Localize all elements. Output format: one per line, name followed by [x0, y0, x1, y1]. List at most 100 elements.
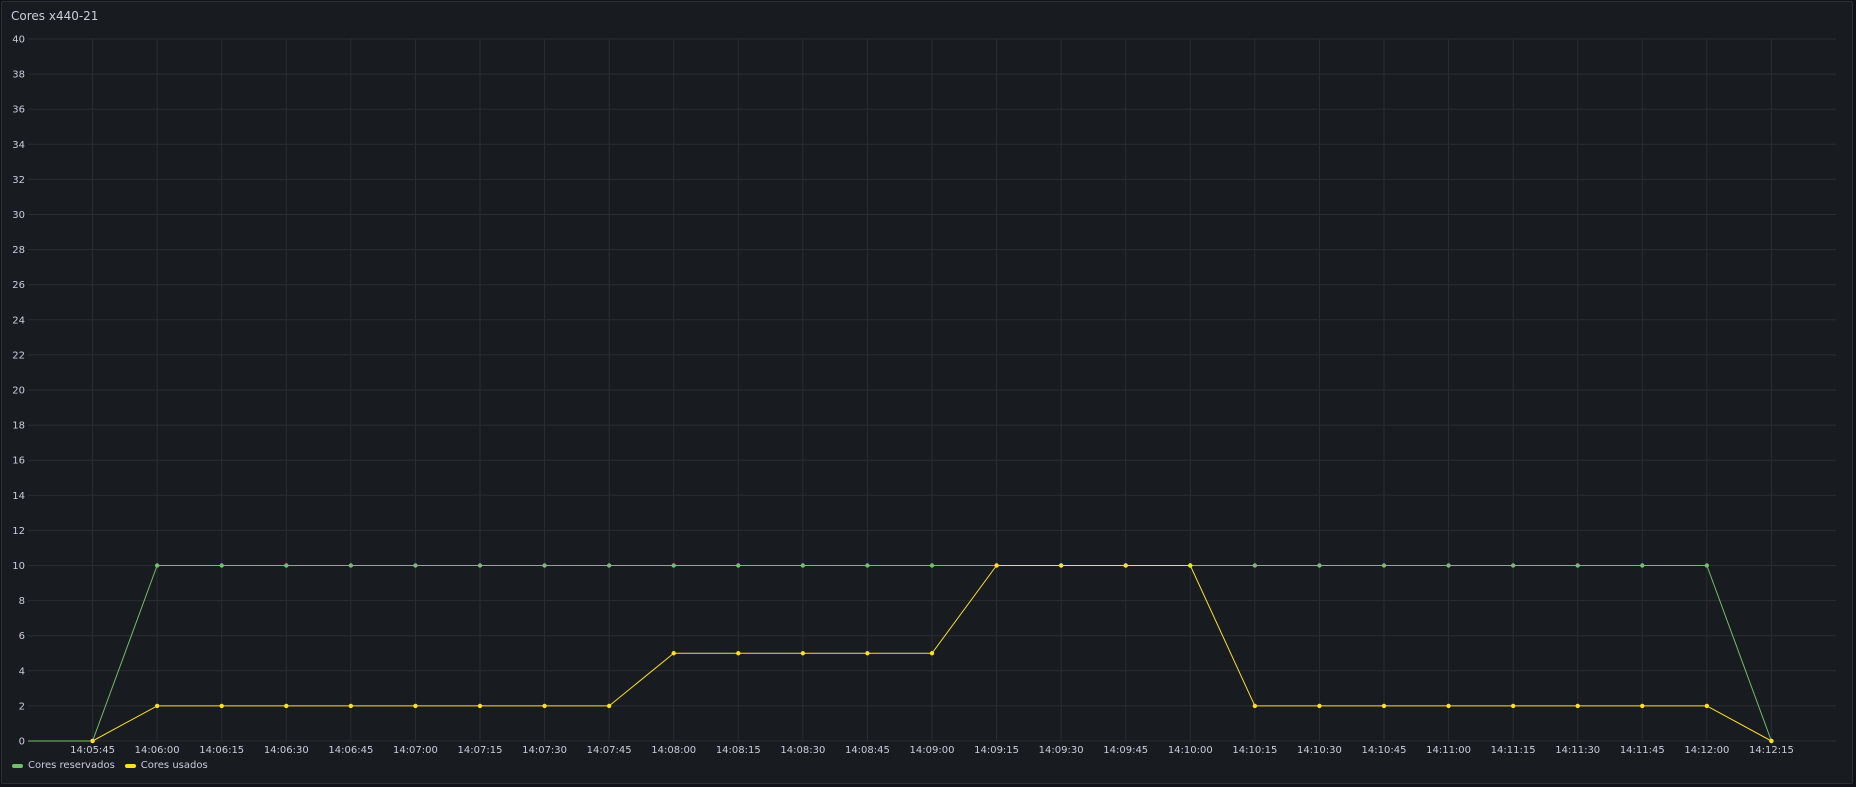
- series-point-0: [671, 563, 676, 568]
- x-tick-label: 14:07:15: [458, 745, 503, 756]
- series-point-1: [1446, 703, 1451, 709]
- x-tick-label: 14:08:45: [845, 745, 890, 756]
- y-tick-label: 6: [19, 631, 25, 642]
- x-tick-label: 14:08:30: [780, 745, 825, 756]
- series-point-1: [1123, 563, 1128, 568]
- y-tick-label: 22: [12, 350, 25, 361]
- series-point-1: [1704, 703, 1710, 709]
- y-tick-label: 28: [12, 245, 25, 256]
- x-tick-label: 14:07:30: [522, 745, 567, 756]
- x-tick-label: 14:11:00: [1426, 745, 1471, 756]
- x-tick-label: 14:09:00: [910, 745, 955, 756]
- series-point-0: [736, 563, 741, 568]
- y-tick-label: 24: [12, 315, 25, 326]
- series-point-1: [1575, 703, 1580, 709]
- series-point-0: [413, 563, 418, 568]
- x-tick-label: 14:09:30: [1039, 745, 1084, 756]
- series-point-1: [1769, 738, 1774, 744]
- x-tick-label: 14:10:15: [1232, 745, 1277, 756]
- series-point-1: [154, 703, 160, 709]
- series-point-1: [800, 651, 806, 656]
- x-tick-label: 14:12:15: [1749, 745, 1794, 756]
- series-point-0: [800, 563, 806, 568]
- x-tick-label: 14:08:15: [716, 745, 761, 756]
- x-tick-label: 14:12:00: [1684, 745, 1729, 756]
- series-point-0: [1575, 563, 1580, 568]
- y-tick-label: 18: [12, 421, 25, 432]
- legend-swatch-reservados: [12, 763, 23, 768]
- y-tick-label: 14: [12, 491, 25, 502]
- series-point-1: [1317, 703, 1322, 709]
- x-tick-label: 14:10:45: [1362, 745, 1407, 756]
- series-point-1: [736, 651, 741, 656]
- x-tick-label: 14:07:00: [393, 745, 438, 756]
- series-point-1: [1252, 703, 1258, 709]
- series-point-1: [284, 703, 289, 709]
- series-point-1: [219, 703, 224, 709]
- legend: Cores reservados Cores usados: [12, 760, 208, 771]
- series-point-0: [219, 563, 224, 568]
- series-point-0: [154, 563, 160, 568]
- x-tick-label: 14:11:15: [1491, 745, 1536, 756]
- x-tick-label: 14:10:00: [1168, 745, 1213, 756]
- legend-label-usados: Cores usados: [140, 760, 208, 771]
- y-tick-label: 36: [12, 105, 25, 116]
- y-tick-label: 4: [19, 666, 25, 677]
- series-point-1: [671, 651, 676, 656]
- legend-item-usados[interactable]: Cores usados: [124, 760, 208, 771]
- series-point-1: [929, 651, 935, 656]
- legend-label-reservados: Cores reservados: [28, 760, 115, 771]
- series-point-1: [1188, 563, 1193, 568]
- series-point-1: [1640, 703, 1645, 709]
- y-tick-label: 12: [12, 526, 25, 537]
- y-tick-label: 40: [12, 35, 25, 46]
- y-tick-label: 30: [12, 210, 25, 221]
- y-tick-label: 10: [12, 561, 25, 572]
- x-tick-label: 14:09:15: [974, 745, 1019, 756]
- series-point-0: [606, 563, 612, 568]
- series-point-0: [1640, 563, 1645, 568]
- y-tick-label: 0: [19, 737, 25, 748]
- series-point-0: [284, 563, 289, 568]
- series-point-0: [1381, 563, 1387, 568]
- series-point-1: [606, 703, 612, 709]
- y-tick-label: 8: [19, 596, 25, 607]
- x-tick-label: 14:06:30: [264, 745, 309, 756]
- series-point-1: [90, 738, 95, 744]
- series-point-0: [865, 563, 870, 568]
- legend-swatch-usados: [124, 763, 136, 768]
- y-tick-label: 16: [12, 456, 25, 467]
- legend-item-reservados[interactable]: Cores reservados: [12, 760, 115, 771]
- series-point-0: [1317, 563, 1322, 568]
- series-point-1: [542, 703, 547, 709]
- series-point-1: [348, 703, 354, 709]
- y-tick-label: 32: [12, 175, 25, 186]
- x-tick-label: 14:09:45: [1103, 745, 1148, 756]
- x-tick-label: 14:10:30: [1297, 745, 1342, 756]
- y-tick-label: 20: [12, 386, 25, 397]
- series-point-1: [994, 563, 999, 568]
- x-tick-label: 14:08:00: [651, 745, 696, 756]
- y-tick-label: 38: [12, 70, 25, 81]
- series-point-0: [1510, 563, 1516, 568]
- series-point-1: [1381, 703, 1387, 709]
- series-point-1: [1058, 563, 1064, 568]
- x-tick-label: 14:07:45: [587, 745, 632, 756]
- x-tick-label: 14:06:15: [199, 745, 244, 756]
- x-tick-label: 14:06:45: [328, 745, 373, 756]
- series-point-0: [348, 563, 354, 568]
- x-tick-label: 14:05:45: [70, 745, 115, 756]
- x-tick-label: 14:06:00: [135, 745, 180, 756]
- series-point-1: [1510, 703, 1516, 709]
- line-chart: 024681012141618202224262830323436384014:…: [12, 35, 1836, 756]
- x-tick-label: 14:11:30: [1555, 745, 1600, 756]
- series-point-0: [1446, 563, 1451, 568]
- series-point-0: [477, 563, 483, 568]
- series-point-0: [542, 563, 547, 568]
- y-tick-label: 2: [19, 701, 25, 712]
- series-point-1: [865, 651, 870, 656]
- y-tick-label: 34: [12, 140, 25, 151]
- series-point-0: [929, 563, 935, 568]
- x-tick-label: 14:11:45: [1620, 745, 1665, 756]
- y-tick-label: 26: [12, 280, 25, 291]
